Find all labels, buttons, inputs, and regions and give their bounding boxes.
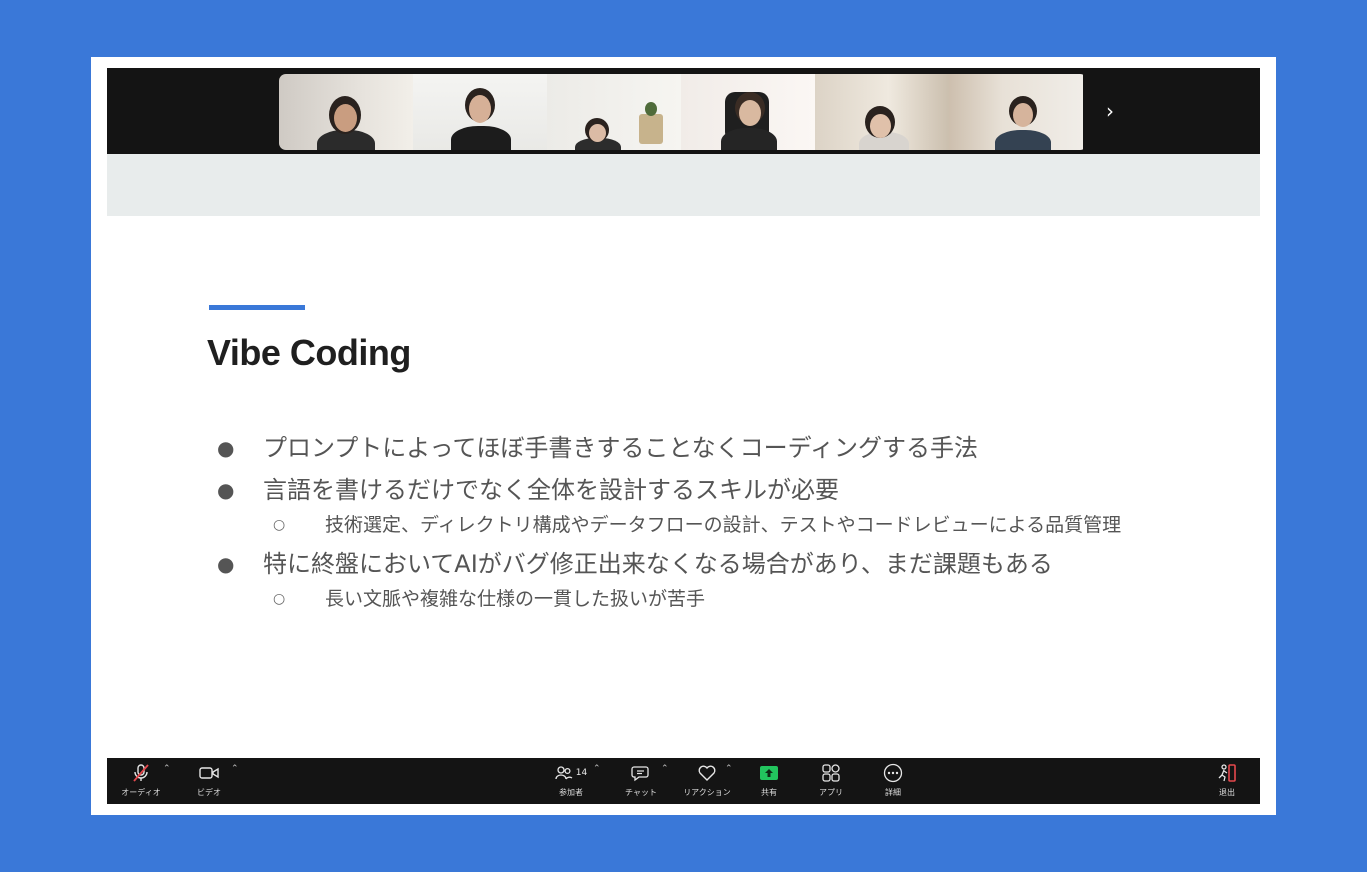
more-button[interactable]: 詳細 (877, 762, 909, 800)
audio-button[interactable]: オーディオ (119, 762, 163, 800)
participants-count: 14 (575, 768, 588, 778)
leave-button[interactable]: 退出 (1211, 762, 1243, 800)
bullet-text: 特に終盤においてAIがバグ修正出来なくなる場合があり、まだ課題もある (263, 550, 1053, 578)
share-label: 共有 (761, 788, 777, 797)
bullet-item: ● プロンプトによってほぼ手書きすることなくコーディングする手法 (217, 428, 1177, 468)
participant-tile[interactable] (949, 74, 1083, 150)
bullet-dot-icon: ● (217, 478, 235, 502)
more-dots-icon (883, 762, 903, 784)
bullet-dot-icon: ● (217, 552, 235, 576)
sub-bullet-circle-icon: ○ (273, 517, 286, 533)
more-label: 詳細 (885, 788, 901, 797)
participants-options-caret-icon[interactable]: ⌃ (593, 764, 601, 774)
bullet-text: 言語を書けるだけでなく全体を設計するスキルが必要 (263, 476, 839, 504)
leave-door-icon (1216, 762, 1238, 784)
bullet-item: ● 言語を書けるだけでなく全体を設計するスキルが必要 (217, 470, 1177, 510)
chat-label: チャット (625, 788, 657, 797)
title-accent-bar (209, 305, 305, 310)
muted-microphone-icon (131, 762, 151, 784)
audio-label: オーディオ (121, 788, 161, 797)
participant-tile-active-speaker[interactable] (413, 74, 547, 150)
slide-header-band (107, 154, 1260, 216)
apps-button[interactable]: アプリ (815, 762, 847, 800)
video-options-caret-icon[interactable]: ⌃ (231, 764, 239, 774)
participant-gallery: › (107, 68, 1260, 154)
video-tiles (279, 74, 1087, 150)
sub-bullet-item: ○ 長い文脈や複雑な仕様の一貫した扱いが苦手 (217, 584, 1177, 614)
slide-title: Vibe Coding (207, 332, 411, 373)
participant-tile[interactable] (815, 74, 949, 150)
participants-icon (555, 766, 573, 780)
chat-button[interactable]: チャット (619, 762, 663, 800)
leave-label: 退出 (1219, 788, 1235, 797)
reactions-options-caret-icon[interactable]: ⌃ (725, 764, 733, 774)
participant-tile[interactable] (547, 74, 681, 150)
participant-tile[interactable] (279, 74, 413, 150)
audio-options-caret-icon[interactable]: ⌃ (163, 764, 171, 774)
sub-bullet-circle-icon: ○ (273, 591, 286, 607)
apps-label: アプリ (819, 788, 843, 797)
video-camera-icon (198, 762, 220, 784)
chat-bubble-icon (631, 762, 651, 784)
apps-icon (821, 762, 841, 784)
participant-tile[interactable] (681, 74, 815, 150)
chat-options-caret-icon[interactable]: ⌃ (661, 764, 669, 774)
sub-bullet-text: 長い文脈や複雑な仕様の一貫した扱いが苦手 (325, 588, 706, 610)
bullet-dot-icon: ● (217, 436, 235, 460)
bullet-text: プロンプトによってほぼ手書きすることなくコーディングする手法 (263, 434, 978, 462)
gallery-next-icon[interactable]: › (1099, 98, 1121, 124)
screenshot-frame: › Vibe Coding ● プロンプトによってほぼ手書きすることなくコーディ… (91, 57, 1276, 815)
meeting-toolbar: オーディオ ⌃ ビデオ ⌃ 14 参加者 ⌃ チャット ⌃ リアクション ⌃ 共… (107, 758, 1260, 804)
reactions-label: リアクション (683, 788, 731, 797)
participants-label: 参加者 (559, 788, 583, 797)
sub-bullet-item: ○ 技術選定、ディレクトリ構成やデータフローの設計、テストやコードレビューによる… (217, 510, 1177, 540)
share-screen-icon (759, 762, 779, 784)
heart-icon (697, 762, 717, 784)
share-button[interactable]: 共有 (753, 762, 785, 800)
video-button[interactable]: ビデオ (191, 762, 227, 800)
bullet-item: ● 特に終盤においてAIがバグ修正出来なくなる場合があり、まだ課題もある (217, 544, 1177, 584)
participants-icon-group: 14 (555, 762, 587, 784)
bullet-list: ● プロンプトによってほぼ手書きすることなくコーディングする手法 ● 言語を書け… (217, 428, 1177, 614)
meeting-window: › Vibe Coding ● プロンプトによってほぼ手書きすることなくコーディ… (107, 68, 1260, 804)
video-label: ビデオ (197, 788, 221, 797)
sub-bullet-text: 技術選定、ディレクトリ構成やデータフローの設計、テストやコードレビューによる品質… (325, 514, 1122, 536)
participants-button[interactable]: 14 参加者 (545, 762, 597, 800)
